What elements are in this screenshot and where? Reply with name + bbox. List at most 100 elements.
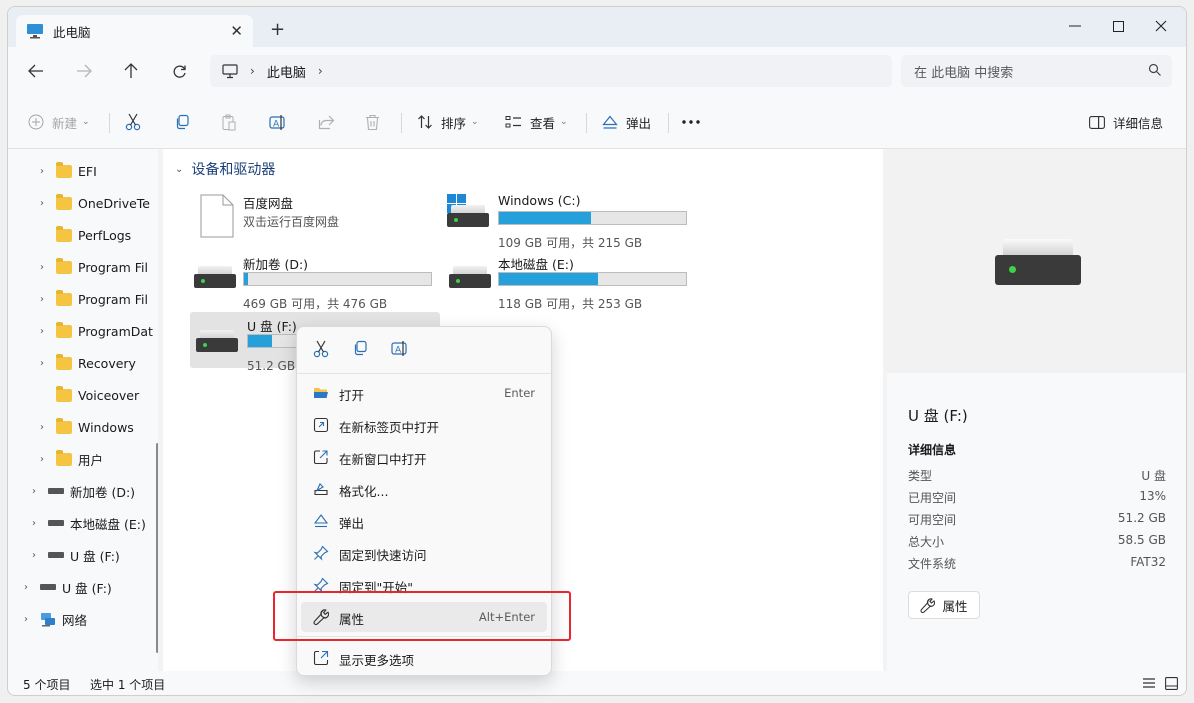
tree-item-onedrivetemp[interactable]: › OneDriveTe (36, 191, 150, 215)
trash-icon (366, 114, 379, 130)
breadcrumb-this-pc[interactable]: 此电脑 (267, 62, 306, 81)
details-pane-label: 详细信息 (1113, 115, 1164, 131)
tree-item-voiceover[interactable]: Voiceover (36, 383, 139, 407)
menu-item-format[interactable]: 格式化... (301, 474, 547, 504)
eject-button[interactable]: 弹出 (602, 109, 651, 135)
menu-item-eject[interactable]: 弹出 (301, 506, 547, 536)
chevron-right-icon[interactable]: › (36, 294, 48, 305)
drive-tile-e[interactable]: 本地磁盘 (E:) 118 GB 可用，共 253 GB (441, 250, 691, 311)
drive-name: Windows (C:) (498, 193, 581, 208)
tree-item-drive-d[interactable]: › 新加卷 (D:) (28, 479, 135, 503)
scissors-icon[interactable] (313, 340, 329, 358)
chevron-right-icon[interactable]: › (36, 262, 48, 273)
details-view-icon[interactable] (1142, 677, 1156, 689)
rename-button[interactable]: A (269, 109, 287, 135)
chevron-right-icon[interactable]: › (36, 166, 48, 177)
tree-item-perflogs[interactable]: PerfLogs (36, 223, 131, 247)
refresh-icon[interactable] (164, 57, 194, 85)
menu-item-show-more-options[interactable]: 显示更多选项 (301, 643, 547, 673)
more-options-button[interactable] (682, 109, 700, 135)
menu-item-open[interactable]: 打开 Enter (301, 378, 547, 408)
chevron-right-icon[interactable]: › (28, 486, 40, 497)
address-bar[interactable]: › 此电脑 › (210, 55, 892, 87)
eject-button-label: 弹出 (626, 115, 652, 131)
prop-row-type: 类型 U 盘 (908, 469, 1166, 483)
properties-button[interactable]: 属性 (908, 591, 980, 619)
tree-item-windows[interactable]: › Windows (36, 415, 134, 439)
share-button[interactable] (318, 109, 335, 135)
preview-area (887, 149, 1186, 373)
group-header-devices[interactable]: ⌄ 设备和驱动器 (175, 159, 275, 179)
cut-button[interactable] (125, 109, 141, 135)
clipboard-icon (222, 114, 236, 130)
chevron-right-icon[interactable]: › (20, 614, 32, 625)
rename-icon[interactable]: A (391, 340, 409, 357)
chevron-down-icon[interactable]: ⌄ (175, 164, 183, 175)
tree-item-program-files-x86[interactable]: › Program Fil (36, 287, 148, 311)
forward-arrow-icon[interactable] (69, 57, 99, 85)
chevron-right-icon[interactable]: › (36, 358, 48, 369)
details-pane-button[interactable]: 详细信息 (1089, 109, 1163, 135)
chevron-right-icon[interactable]: › (20, 582, 32, 593)
chevron-right-icon[interactable]: › (28, 550, 40, 561)
drive-icon (40, 584, 56, 590)
maximize-icon[interactable] (1095, 11, 1141, 41)
tree-item-program-files[interactable]: › Program Fil (36, 255, 148, 279)
highlight-box (273, 591, 571, 641)
chevron-right-icon[interactable]: › (36, 422, 48, 433)
chevron-right-icon[interactable]: › (36, 326, 48, 337)
tree-item-usb-drive-root[interactable]: › U 盘 (F:) (20, 575, 112, 599)
navigation-bar: › 此电脑 › 在 此电脑 中搜索 (8, 47, 1186, 95)
search-input[interactable]: 在 此电脑 中搜索 (901, 55, 1172, 87)
sidebar-scrollbar[interactable] (156, 443, 158, 653)
chevron-right-icon[interactable]: › (28, 518, 40, 529)
more-options-icon (313, 650, 329, 666)
details-title: U 盘 (F:) (908, 407, 968, 425)
close-window-icon[interactable] (1138, 11, 1184, 41)
file-explorer-window: 此电脑 ✕ + › 此电脑 › 在 此电脑 中搜索 新建 ⌄ A 排序 ⌄ 查看… (7, 6, 1187, 696)
drive-tile-c[interactable]: Windows (C:) 109 GB 可用，共 215 GB (441, 189, 691, 250)
drive-name: 本地磁盘 (E:) (498, 257, 574, 272)
tab-this-pc[interactable]: 此电脑 ✕ (16, 15, 253, 47)
chevron-down-icon: ⌄ (471, 117, 479, 127)
view-button[interactable]: 查看 ⌄ (505, 109, 568, 135)
close-tab-icon[interactable]: ✕ (230, 22, 243, 40)
chevron-right-icon[interactable]: › (36, 454, 48, 465)
sort-button[interactable]: 排序 ⌄ (417, 109, 479, 135)
copy-button[interactable] (174, 109, 190, 135)
folder-icon (56, 321, 72, 338)
tree-item-network[interactable]: › 网络 (20, 607, 87, 631)
tree-item-recovery[interactable]: › Recovery (36, 351, 136, 375)
capacity-fill (244, 273, 248, 285)
drive-tile-d[interactable]: 新加卷 (D:) 469 GB 可用，共 476 GB (186, 250, 436, 311)
folder-icon (56, 417, 72, 434)
minimize-icon[interactable] (1052, 11, 1098, 41)
drive-subtitle: 118 GB 可用，共 253 GB (498, 297, 643, 311)
copy-icon[interactable] (352, 340, 368, 356)
pin-icon (313, 545, 329, 561)
eject-icon (602, 115, 618, 129)
delete-button[interactable] (365, 109, 380, 135)
tree-item-programdata[interactable]: › ProgramDat (36, 319, 153, 343)
tree-item-drive-f[interactable]: › U 盘 (F:) (28, 543, 120, 567)
tree-item-efi[interactable]: › EFI (36, 159, 97, 183)
drive-tile-baidu[interactable]: 百度网盘 双击运行百度网盘 (186, 189, 436, 245)
tiles-view-icon[interactable] (1165, 677, 1178, 690)
hdd-icon (196, 330, 238, 352)
breadcrumb-chevron-icon[interactable]: › (250, 64, 255, 78)
menu-item-open-new-tab[interactable]: 在新标签页中打开 (301, 410, 547, 440)
drive-name: 百度网盘 (243, 196, 294, 211)
chevron-right-icon[interactable]: › (36, 198, 48, 209)
drive-subtitle: 469 GB 可用，共 476 GB (243, 297, 388, 311)
menu-item-open-new-window[interactable]: 在新窗口中打开 (301, 442, 547, 472)
menu-item-pin-quick-access[interactable]: 固定到快速访问 (301, 538, 547, 568)
up-arrow-icon[interactable] (116, 57, 146, 85)
new-tab-icon[interactable]: + (270, 19, 285, 40)
tree-item-users[interactable]: › 用户 (36, 447, 103, 471)
tree-item-drive-e[interactable]: › 本地磁盘 (E:) (28, 511, 146, 535)
new-button[interactable]: 新建 ⌄ (28, 109, 90, 135)
paste-button[interactable] (221, 109, 237, 135)
back-arrow-icon[interactable] (21, 57, 51, 85)
folder-icon (56, 385, 72, 402)
breadcrumb-chevron-icon[interactable]: › (318, 64, 323, 78)
